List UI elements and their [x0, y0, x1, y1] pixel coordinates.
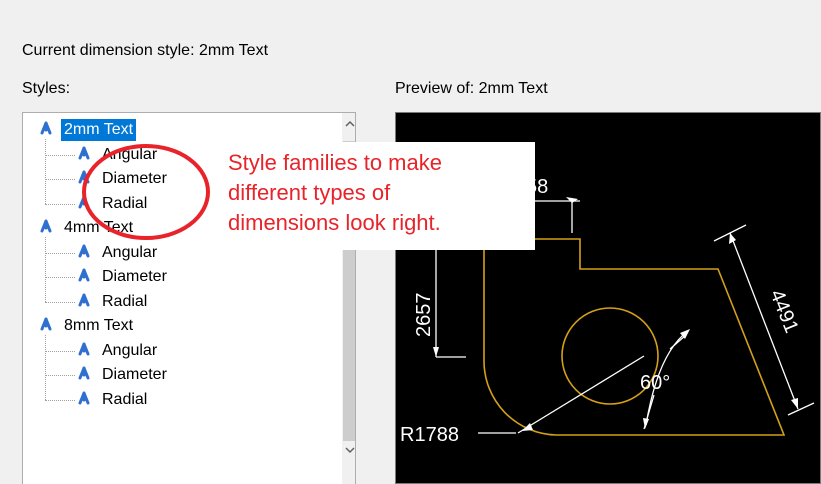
dimension-style-icon [75, 268, 99, 286]
style-item[interactable]: 8mm Text [37, 315, 136, 337]
dim-radius-text: R1788 [400, 424, 459, 446]
part-outline [483, 238, 786, 436]
dim-left-text: 2657 [413, 293, 435, 338]
child-style-label: Diameter [102, 366, 167, 383]
dimension-style-icon [75, 391, 99, 409]
dimension-style-icon [75, 170, 99, 188]
tree-connector [45, 277, 75, 278]
child-style-item[interactable]: Radial [75, 389, 150, 411]
child-style-label: Radial [102, 194, 148, 212]
child-style-label: Diameter [102, 170, 167, 187]
preview-label: Preview of: 2mm Text [395, 80, 548, 97]
child-style-label: Angular [102, 145, 158, 163]
dimension-style-icon [75, 146, 99, 164]
callout-line-2: different types of [228, 180, 391, 205]
annotation-callout: Style families to make different types o… [219, 142, 535, 250]
styles-label: Styles: [22, 80, 71, 97]
tree-connector [45, 237, 46, 302]
dimension-style-icon [75, 342, 99, 360]
child-style-item[interactable]: Diameter [75, 364, 170, 386]
callout-line-3: dimensions look right. [228, 210, 441, 235]
child-style-item[interactable]: Diameter [75, 266, 170, 288]
dimension-style-icon [75, 195, 99, 213]
current-dimension-style: Current dimension style: 2mm Text [22, 42, 269, 59]
child-style-label: Radial [102, 292, 148, 310]
child-style-label: Diameter [102, 268, 167, 285]
tree-connector [45, 301, 75, 303]
tree-connector [45, 179, 75, 180]
style-label: 8mm Text [64, 317, 134, 334]
style-label: 2mm Text [61, 119, 137, 141]
dimension-style-icon [37, 317, 61, 335]
style-item[interactable]: 4mm Text [37, 217, 136, 239]
child-style-item[interactable]: Angular [75, 242, 160, 264]
child-style-item[interactable]: Diameter [75, 168, 170, 190]
dimension-style-icon [37, 121, 61, 139]
child-style-label: Angular [102, 243, 158, 261]
callout-line-1: Style families to make [228, 150, 442, 175]
dimension-style-icon [37, 219, 61, 237]
child-style-item[interactable]: Radial [75, 193, 150, 215]
tree-connector [45, 139, 46, 204]
child-style-item[interactable]: Radial [75, 291, 150, 313]
child-style-label: Angular [102, 341, 158, 359]
dim-angle-text: 60° [640, 372, 670, 394]
chevron-down-icon[interactable] [342, 443, 355, 460]
tree-connector [45, 375, 75, 376]
tree-connector [45, 154, 75, 156]
tree-connector [45, 203, 75, 205]
tree-connector [45, 335, 46, 400]
tree-connector [45, 399, 75, 401]
chevron-up-icon[interactable] [342, 117, 355, 134]
dimension-style-icon [75, 293, 99, 311]
child-style-item[interactable]: Angular [75, 340, 160, 362]
style-label: 4mm Text [64, 219, 134, 236]
child-style-label: Radial [102, 390, 148, 408]
dimension-style-icon [75, 244, 99, 262]
tree-connector [45, 252, 75, 254]
style-item[interactable]: 2mm Text [37, 119, 137, 141]
tree-connector [45, 350, 75, 352]
dim-angled-text: 4491 [765, 287, 802, 337]
child-style-item[interactable]: Angular [75, 144, 160, 166]
dimension-style-icon [75, 366, 99, 384]
